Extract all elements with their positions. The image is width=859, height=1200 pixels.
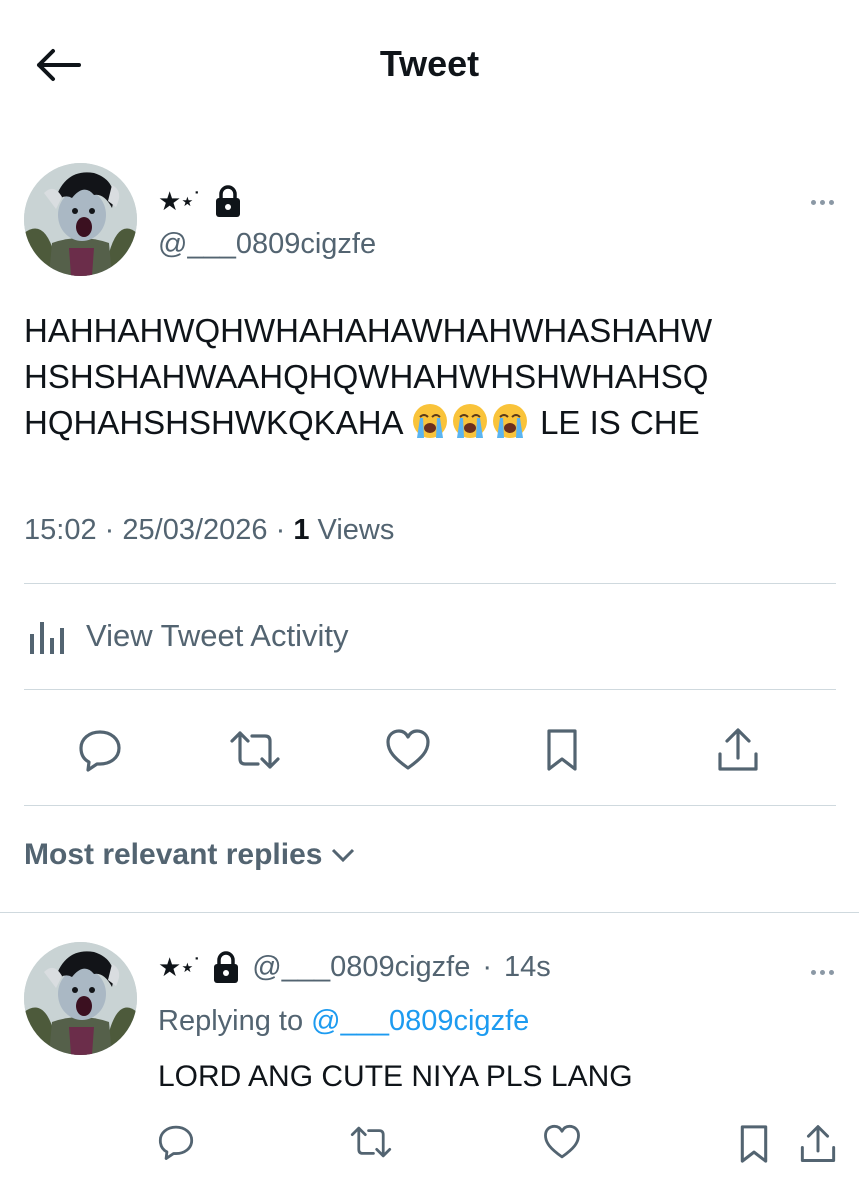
bookmark-icon bbox=[740, 1125, 768, 1163]
chevron-down-icon bbox=[332, 848, 355, 863]
divider bbox=[0, 912, 859, 913]
retweet-icon bbox=[230, 731, 280, 769]
tweet-text-line-1: HAHHAHWQHWHAHAHAWHAHWHASHAHW bbox=[24, 312, 713, 349]
replying-to: Replying to @___0809cigzfe bbox=[158, 1002, 529, 1040]
lock-icon bbox=[216, 185, 241, 217]
views-label: Views bbox=[317, 514, 395, 546]
tweet-time: 15:02 bbox=[24, 514, 97, 546]
dot bbox=[810, 199, 816, 205]
retweet-icon bbox=[350, 1126, 392, 1158]
share-icon bbox=[718, 728, 758, 771]
replies-sort-button[interactable]: Most relevant replies bbox=[24, 838, 356, 872]
replying-prefix: Replying to bbox=[158, 1005, 304, 1037]
page-title: Tweet bbox=[379, 43, 480, 84]
share-icon bbox=[800, 1125, 836, 1162]
reply-more-options-button[interactable] bbox=[802, 960, 842, 984]
dot bbox=[819, 969, 825, 975]
more-options-button[interactable] bbox=[802, 190, 842, 214]
loudly-crying-face-icon bbox=[452, 404, 487, 438]
author-name-row: ★⋆˙ bbox=[158, 184, 242, 218]
reply-author-row: ★⋆˙ @___0809cigzfe · 14s bbox=[158, 950, 551, 984]
reply-bookmark-button[interactable] bbox=[734, 1120, 774, 1168]
bookmark-icon bbox=[547, 729, 577, 771]
tweet-meta: 15:02 · 25/03/2026 · 1 Views bbox=[24, 510, 394, 550]
analytics-icon bbox=[30, 622, 64, 654]
replies-sort-label: Most relevant replies bbox=[24, 838, 323, 871]
dot bbox=[828, 969, 834, 975]
tweet-text-line-3: HQHAHSHSHWKQKAHA bbox=[24, 404, 402, 441]
like-button[interactable] bbox=[382, 724, 434, 776]
tweet-text: HAHHAHWQHWHAHAHAWHAHWHASHAHW HSHSHAHWAAH… bbox=[24, 308, 836, 446]
tweet-text-line-2: HSHSHAHWAAHQHQWHAHWHSHWHAHSQ bbox=[24, 358, 709, 395]
reply-share-button[interactable] bbox=[796, 1120, 840, 1168]
dot bbox=[819, 199, 825, 205]
like-icon bbox=[544, 1124, 580, 1159]
reply-reply-button[interactable] bbox=[154, 1120, 198, 1164]
replying-to-link[interactable]: @___0809cigzfe bbox=[311, 1005, 529, 1037]
separator: · bbox=[104, 514, 115, 546]
reply-time: 14s bbox=[504, 950, 551, 983]
reply-retweet-button[interactable] bbox=[346, 1120, 396, 1164]
author-handle[interactable]: @___0809cigzfe bbox=[158, 226, 376, 262]
divider bbox=[24, 689, 836, 690]
loudly-crying-face-icon bbox=[412, 404, 447, 438]
reply-handle[interactable]: @___0809cigzfe bbox=[252, 951, 470, 984]
view-tweet-activity-label: View Tweet Activity bbox=[86, 618, 349, 653]
lock-icon bbox=[214, 951, 239, 983]
reply-avatar[interactable] bbox=[24, 942, 137, 1055]
reply-display-name[interactable]: ★⋆˙ bbox=[158, 952, 202, 982]
bookmark-button[interactable] bbox=[536, 724, 588, 776]
display-name[interactable]: ★⋆˙ bbox=[158, 186, 202, 216]
dot bbox=[810, 969, 816, 975]
reply-icon bbox=[158, 1125, 194, 1160]
loudly-crying-face-icon bbox=[492, 404, 527, 438]
dot bbox=[828, 199, 834, 205]
share-button[interactable] bbox=[712, 724, 764, 776]
like-icon bbox=[386, 729, 430, 770]
separator: · bbox=[482, 950, 493, 983]
avatar[interactable] bbox=[24, 163, 137, 276]
retweet-button[interactable] bbox=[226, 724, 284, 776]
reply-button[interactable] bbox=[74, 724, 126, 776]
divider bbox=[24, 583, 836, 584]
views-count: 1 bbox=[293, 514, 310, 546]
tweet-text-suffix: LE IS CHE bbox=[530, 404, 700, 441]
tweet-date: 25/03/2026 bbox=[122, 514, 268, 546]
view-tweet-activity-button[interactable]: View Tweet Activity bbox=[24, 614, 348, 658]
reply-like-button[interactable] bbox=[540, 1120, 584, 1164]
reply-text: LORD ANG CUTE NIYA PLS LANG bbox=[158, 1060, 633, 1093]
divider bbox=[24, 805, 836, 806]
top-bar: Tweet bbox=[0, 0, 859, 130]
separator: · bbox=[275, 514, 286, 546]
reply-icon bbox=[79, 730, 121, 772]
